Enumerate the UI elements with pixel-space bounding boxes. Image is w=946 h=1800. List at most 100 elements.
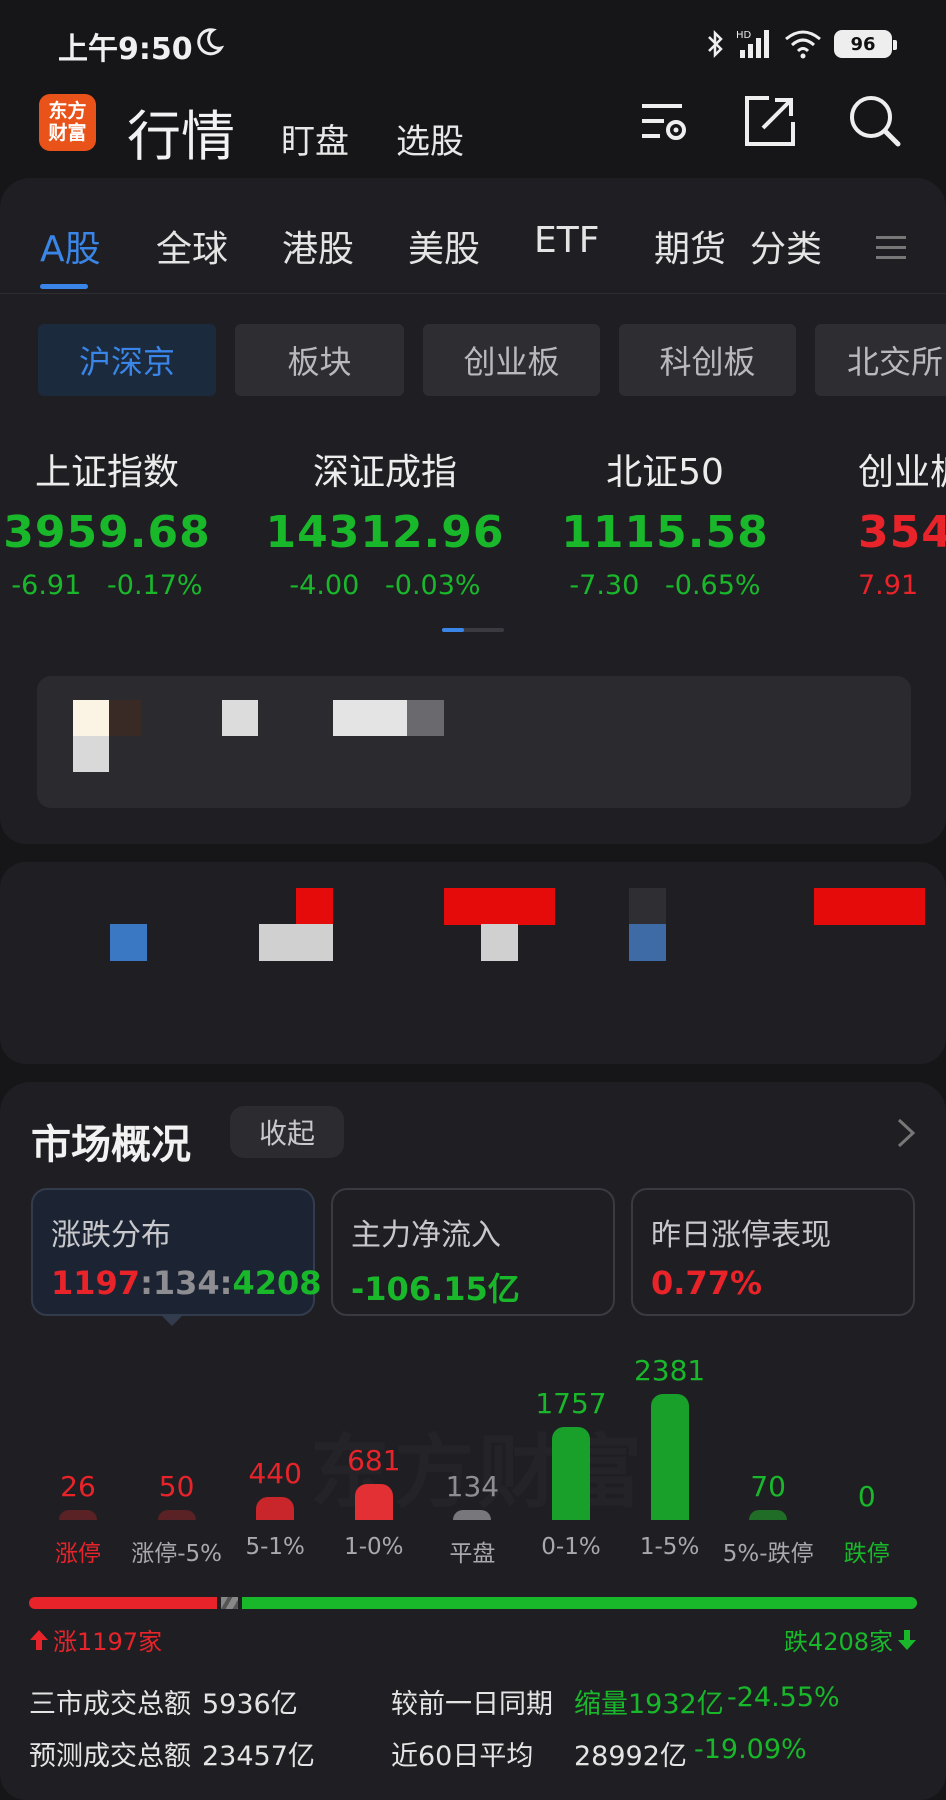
stat-value: 1197:134:4208: [51, 1264, 322, 1302]
up-count: 涨1197家: [29, 1622, 162, 1657]
bar: [650, 1394, 689, 1520]
index-name: 深证成指: [312, 452, 457, 493]
bar: [354, 1483, 393, 1520]
arrow-up-icon: [30, 1629, 48, 1650]
tab-hk[interactable]: 港股: [282, 220, 354, 272]
app-header: 东方 财富 行情 盯盘 选股: [0, 88, 946, 178]
bar-value-label: 70: [750, 1470, 786, 1503]
bar-category-label: 5%-跌停: [722, 1541, 814, 1567]
tab-stock-picker[interactable]: 选股: [396, 114, 464, 163]
index-change: -7.30 -0.65%: [569, 570, 761, 601]
stat-label: 昨日涨停表现: [651, 1218, 831, 1253]
bar-value-label: 50: [158, 1470, 195, 1503]
tab-a-shares[interactable]: A股: [40, 220, 101, 272]
tab-us[interactable]: 美股: [408, 220, 480, 272]
forecast-label: 预测成交总额: [29, 1741, 191, 1772]
stat-label: 涨跌分布: [51, 1218, 171, 1253]
ratio-down: [242, 1597, 917, 1609]
bar-category-label: 5-1%: [245, 1534, 305, 1560]
bar-category-label: 涨停-5%: [131, 1541, 222, 1567]
index-sse-composite[interactable]: 上证指数 3959.68 -6.91 -0.17%: [0, 443, 232, 601]
bar: [157, 1510, 196, 1520]
stat-card-distribution[interactable]: 涨跌分布 1197:134:4208: [31, 1188, 322, 1316]
chevron-right-icon[interactable]: [894, 1116, 918, 1150]
bar-value-label: 2381: [633, 1354, 706, 1387]
stat-value: -106.15亿: [351, 1270, 520, 1308]
index-value: 3545: [858, 507, 946, 558]
promo-banner[interactable]: [37, 676, 911, 808]
subtab-sector[interactable]: 板块: [235, 324, 404, 396]
index-change: 7.91: [858, 570, 919, 601]
forecast-value: 23457亿: [202, 1741, 315, 1772]
down-count: 跌4208家: [784, 1622, 917, 1657]
arrow-down-icon: [898, 1629, 916, 1650]
bar: [749, 1510, 788, 1520]
quick-entry-strip[interactable]: [0, 862, 946, 1064]
search-icon[interactable]: [846, 92, 904, 150]
market-tabs: A股 全球 港股 美股 ETF 期货 分类: [0, 178, 946, 294]
tab-watch[interactable]: 盯盘: [281, 114, 349, 163]
bar-category-label: 0-1%: [541, 1534, 601, 1560]
turnover-value: 5936亿: [202, 1689, 298, 1720]
index-change: -6.91 -0.17%: [11, 570, 203, 601]
tab-category[interactable]: 分类: [750, 220, 822, 272]
index-chinext[interactable]: 创业板指 3545 7.91: [858, 443, 946, 601]
index-name: 北证50: [606, 452, 724, 493]
moon-icon: [197, 28, 225, 56]
tab-etf[interactable]: ETF: [534, 220, 599, 261]
app-logo[interactable]: 东方 财富: [39, 94, 96, 151]
bar-value-label: 26: [60, 1470, 96, 1503]
bar: [552, 1427, 590, 1520]
bar-category-label: 1-0%: [344, 1534, 404, 1560]
ratio-up: [29, 1597, 217, 1609]
menu-icon[interactable]: [876, 234, 906, 262]
signal-icon: HD: [736, 30, 769, 58]
stat-card-main-inflow[interactable]: 主力净流入 -106.15亿: [331, 1188, 615, 1316]
status-bar: 上午9:50 HD 96: [0, 0, 946, 88]
bar-category-label: 平盘: [449, 1541, 496, 1567]
index-name: 上证指数: [34, 452, 179, 493]
ratio-flat: [220, 1597, 239, 1609]
tab-futures[interactable]: 期货: [654, 220, 726, 272]
active-card-pointer: [160, 1314, 184, 1326]
bar-value-label: 681: [347, 1443, 401, 1477]
index-value: 1115.58: [561, 507, 769, 558]
prev-day-shrink: 缩量1932亿: [574, 1689, 724, 1720]
stat-card-limit-up-performance[interactable]: 昨日涨停表现 0.77%: [631, 1188, 915, 1316]
bar-value-label: 134: [445, 1470, 500, 1503]
subtab-chinext[interactable]: 创业板: [423, 324, 600, 396]
hd-label: HD: [736, 30, 752, 41]
bar: [59, 1510, 97, 1520]
up-down-ratio-bar: [29, 1597, 917, 1609]
prev-day-pct: -24.55%: [727, 1682, 840, 1713]
active-tab-indicator: [40, 284, 88, 289]
subtab-shanghai-shenzhen-beijing[interactable]: 沪深京: [38, 324, 216, 396]
section-title: 市场概况: [31, 1122, 191, 1168]
bar-category-label: 涨停: [55, 1541, 101, 1567]
wifi-icon: [785, 30, 821, 59]
market-card: A股 全球 港股 美股 ETF 期货 分类 沪深京 板块 创业板 科创板 北交所…: [0, 178, 946, 844]
avg60-value: 28992亿: [574, 1741, 687, 1772]
prev-day-label: 较前一日同期: [391, 1689, 553, 1720]
bar-category-label: 跌停: [843, 1541, 890, 1567]
carousel-indicator: [442, 628, 504, 632]
subtab-star[interactable]: 科创板: [619, 324, 796, 396]
battery-level: 96: [850, 33, 876, 55]
bar: [453, 1510, 492, 1520]
share-icon[interactable]: [741, 92, 799, 150]
bar-value-label: 0: [857, 1480, 876, 1513]
index-value: 3959.68: [3, 507, 211, 558]
page-title: 行情: [127, 105, 235, 168]
avg60-pct: -19.09%: [694, 1734, 807, 1765]
index-bse-50[interactable]: 北证50 1115.58 -7.30 -0.65%: [540, 443, 790, 601]
turnover-label: 三市成交总额: [29, 1689, 191, 1720]
subtab-bse[interactable]: 北交所: [815, 324, 946, 396]
index-szse-component[interactable]: 深证成指 14312.96 -4.00 -0.03%: [260, 443, 510, 601]
settings-list-icon[interactable]: [636, 92, 694, 150]
stat-label: 主力净流入: [351, 1218, 501, 1253]
battery-indicator: 96: [834, 30, 897, 58]
tab-global[interactable]: 全球: [156, 220, 228, 272]
index-name: 创业板指: [858, 452, 946, 493]
bar-value-label: 1757: [535, 1387, 607, 1421]
collapse-button[interactable]: 收起: [230, 1106, 344, 1158]
